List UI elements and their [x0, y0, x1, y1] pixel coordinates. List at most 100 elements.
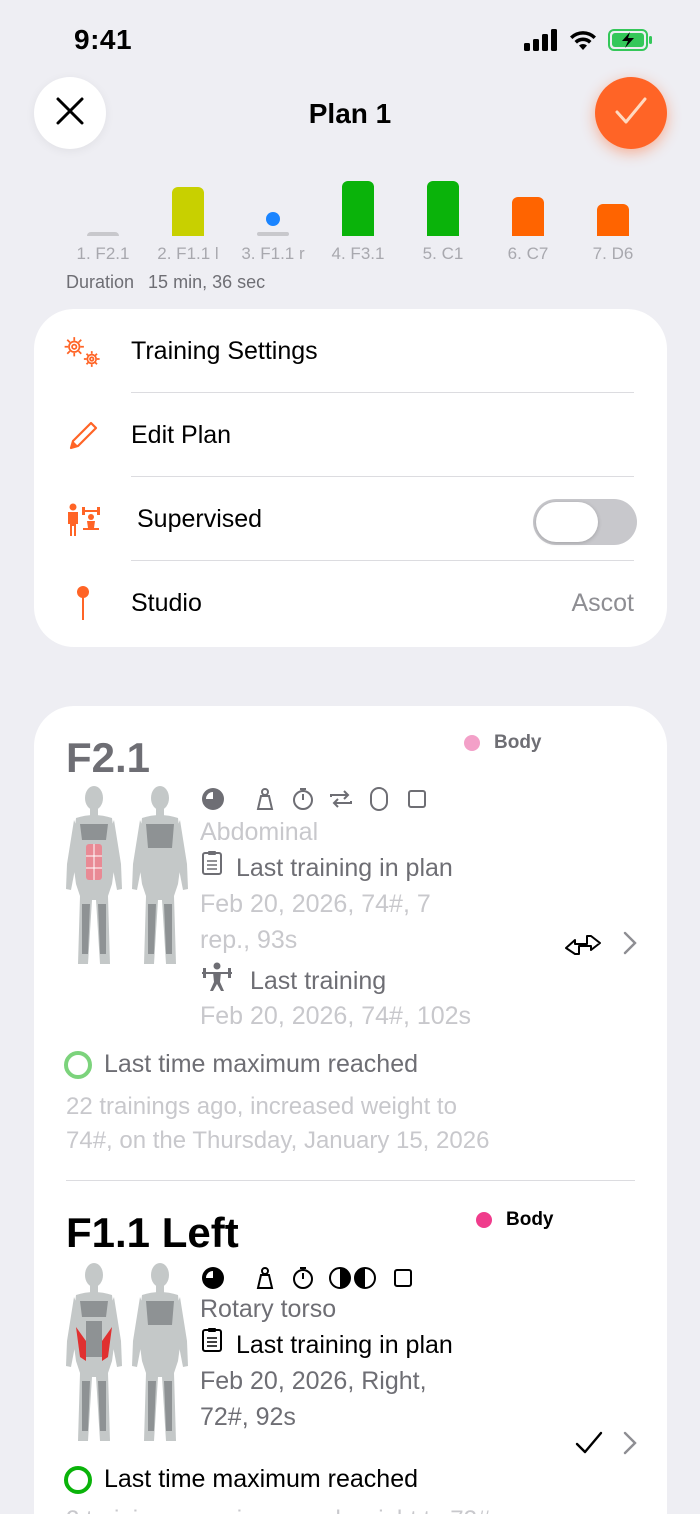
tag-label: Body — [506, 1209, 554, 1230]
overview-bar — [427, 181, 459, 236]
supervised-toggle[interactable] — [533, 499, 637, 545]
exercise-list: F2.1 Body Abdominal Last training in pla… — [34, 706, 667, 1514]
exercise-title: F2.1 — [66, 734, 151, 781]
exercise-title: F1.1 Left — [66, 1209, 239, 1256]
duration-label: Duration — [66, 272, 135, 292]
body-tag: Body — [476, 1209, 554, 1231]
toggle-knob — [536, 502, 598, 542]
last-training-value: Feb 20, 2026, 74#, 102s — [200, 1002, 472, 1030]
location-pin-icon — [62, 583, 104, 625]
muscle-figures — [64, 1261, 194, 1452]
overview-bar-item[interactable]: 7. D6 — [570, 170, 656, 270]
overview-bar — [172, 187, 204, 236]
last-training-in-plan: Last training in plan — [200, 1327, 453, 1363]
done-button[interactable] — [595, 77, 667, 149]
clock-filled-icon — [200, 1265, 226, 1291]
overview-bar-label: 2. F1.1 l — [157, 244, 219, 263]
muscle-name: Rotary torso — [200, 1295, 337, 1323]
overview-bar — [266, 212, 280, 226]
overview-bar-label: 3. F1.1 r — [241, 244, 305, 263]
max-detail-1: 2 trainings ago, increased weight to 72# — [66, 1503, 490, 1514]
plan-value-2: 72#, 92s — [200, 1403, 296, 1431]
timer-icon — [290, 1265, 316, 1291]
chevron-right-icon[interactable] — [623, 931, 637, 960]
overview-bar-item[interactable]: 3. F1.1 r — [230, 170, 316, 270]
signal-icon — [524, 29, 558, 56]
square-icon — [390, 1265, 416, 1291]
settings-card: Training Settings Edit Plan Supervised S… — [34, 309, 667, 647]
overview-bar — [512, 197, 544, 236]
last-training-label: Last training — [250, 967, 387, 995]
overview-bar — [342, 181, 374, 236]
muscle-figures — [64, 784, 194, 975]
edit-plan-label: Edit Plan — [131, 421, 232, 449]
overview-bar-item[interactable]: 4. F3.1 — [315, 170, 401, 270]
studio-value: Ascot — [571, 589, 634, 617]
pad-icon — [366, 786, 392, 812]
battery-charging-icon — [608, 28, 654, 57]
max-label: Last time maximum reached — [104, 1050, 419, 1078]
status-time: 9:41 — [74, 24, 133, 55]
chevron-right-icon[interactable] — [623, 1431, 637, 1460]
exercise-item[interactable]: F2.1 Body Abdominal Last training in pla… — [34, 706, 667, 1180]
status-ring-icon — [64, 1465, 92, 1494]
plan-label: Last training in plan — [236, 854, 453, 882]
edit-plan-row[interactable]: Edit Plan — [34, 393, 667, 477]
half-circles-icon — [328, 1265, 378, 1291]
muscle-name: Abdominal — [200, 818, 319, 846]
plan-label: Last training in plan — [236, 1331, 453, 1359]
training-settings-label: Training Settings — [131, 337, 318, 365]
checkmark-icon[interactable] — [575, 1431, 603, 1460]
lifter-icon — [200, 960, 234, 1002]
overview-bar-item[interactable]: 5. C1 — [400, 170, 486, 270]
studio-row[interactable]: Studio Ascot — [34, 561, 667, 645]
tag-dot — [476, 1212, 492, 1228]
last-training-in-plan: Last training in plan — [200, 850, 453, 886]
overview-bar — [597, 204, 629, 236]
max-reached-row: Last time maximum reached — [64, 1465, 418, 1494]
exercise-item[interactable]: F1.1 Left Body Rotary torso Last trainin… — [34, 1181, 667, 1514]
swap-arrow-icon[interactable] — [563, 928, 603, 963]
tag-label: Body — [494, 732, 542, 753]
clipboard-icon — [200, 1327, 224, 1363]
wifi-icon — [568, 29, 598, 56]
pencil-icon — [62, 415, 104, 457]
plan-value-2: rep., 93s — [200, 926, 298, 954]
max-label: Last time maximum reached — [104, 1465, 419, 1493]
max-reached-row: Last time maximum reached — [64, 1050, 418, 1079]
overview-bar-label: 6. C7 — [507, 244, 549, 263]
overview-bar-item[interactable]: 2. F1.1 l — [145, 170, 231, 270]
plan-overview-bars: 1. F2.1 2. F1.1 l 3. F1.1 r 4. F3.1 5. C1 6. … — [60, 170, 660, 270]
overview-bar-item[interactable]: 6. C7 — [485, 170, 571, 270]
square-icon — [404, 786, 430, 812]
repeat-icon — [328, 786, 354, 812]
body-tag: Body — [464, 732, 542, 754]
overview-bar-label: 5. C1 — [422, 244, 464, 263]
weight-icon — [252, 1265, 278, 1291]
overview-bar-label: 1. F2.1 — [76, 244, 130, 263]
gears-icon — [62, 331, 104, 373]
studio-label: Studio — [131, 589, 202, 617]
status-bar: 9:41 — [0, 0, 700, 80]
overview-bar-item[interactable]: 1. F2.1 — [60, 170, 146, 270]
exercise-parameter-icons — [200, 1265, 428, 1291]
exercise-parameter-icons — [200, 786, 442, 812]
supervised-label: Supervised — [137, 505, 263, 533]
weight-icon — [252, 786, 278, 812]
duration-value: 15 min, 36 sec — [148, 272, 266, 292]
last-training: Last training — [200, 960, 386, 1002]
overview-bar — [87, 232, 119, 236]
duration: Duration 15 min, 36 sec — [66, 272, 265, 293]
max-detail-1: 22 trainings ago, increased weight to — [66, 1093, 457, 1120]
max-detail-2: 74#, on the Thursday, January 15, 2026 — [66, 1127, 490, 1154]
clock-filled-icon — [200, 786, 226, 812]
overview-bar-label: 7. D6 — [592, 244, 634, 263]
plan-value-1: Feb 20, 2026, 74#, 7 — [200, 890, 431, 918]
clipboard-icon — [200, 850, 224, 886]
trainer-icon — [62, 499, 104, 541]
plan-value-1: Feb 20, 2026, Right, — [200, 1367, 427, 1395]
status-ring-icon — [64, 1050, 92, 1079]
overview-bar-base — [257, 232, 289, 236]
training-settings-row[interactable]: Training Settings — [34, 309, 667, 393]
checkmark-icon — [614, 96, 648, 131]
